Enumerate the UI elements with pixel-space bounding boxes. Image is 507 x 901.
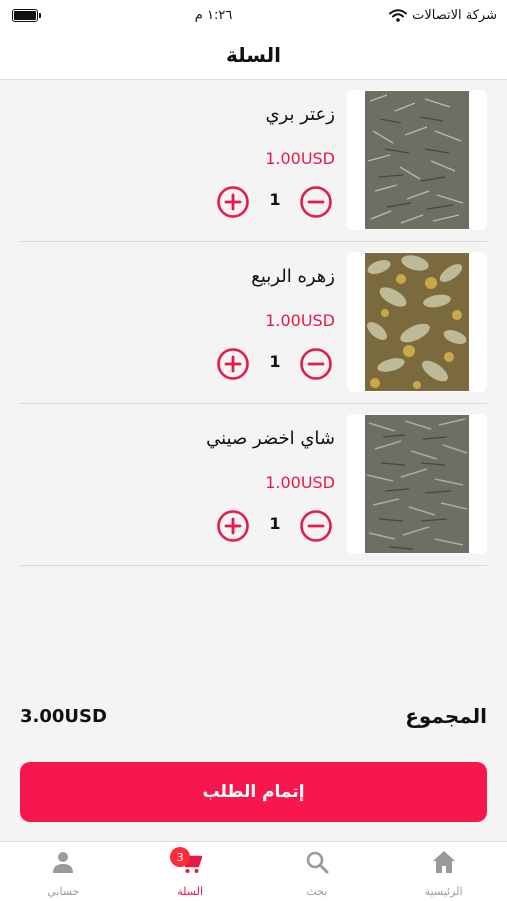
product-price: 1.00USD — [265, 149, 335, 168]
quantity-value: 1 — [269, 190, 281, 209]
increase-quantity-button[interactable] — [217, 348, 249, 380]
total-label: المجموع — [405, 704, 487, 728]
increase-quantity-button[interactable] — [217, 510, 249, 542]
checkout-button[interactable]: إتمام الطلب — [20, 762, 487, 822]
increase-quantity-button[interactable] — [217, 186, 249, 218]
quantity-value: 1 — [269, 514, 281, 533]
total-row: المجموع 3.00USD — [20, 704, 487, 738]
cart-item: شاي اخضر صيني 1.00USD 1 — [20, 404, 487, 566]
wild-thyme-photo — [365, 91, 469, 229]
cart-item: زهره الربيع 1.00USD 1 — [20, 242, 487, 404]
checkout-label: إتمام الطلب — [202, 782, 305, 802]
wifi-icon — [389, 8, 408, 22]
tab-label: السلة — [177, 885, 203, 898]
product-name: شاي اخضر صيني — [206, 428, 335, 449]
tab-home[interactable]: الرئيسية — [380, 842, 507, 901]
product-price: 1.00USD — [265, 473, 335, 492]
tab-account[interactable]: حسابي — [0, 842, 127, 901]
cart-badge: 3 — [170, 847, 191, 867]
product-image[interactable] — [347, 252, 487, 392]
total-value: 3.00USD — [20, 706, 107, 727]
quantity-value: 1 — [269, 352, 281, 371]
page-title: السلة — [225, 42, 281, 67]
spring-flower-photo — [365, 253, 469, 391]
tab-label: حسابي — [47, 885, 80, 898]
status-bar: ١:٢٦ م شركة الاتصالات — [0, 0, 507, 30]
product-name: زعتر بري — [265, 104, 335, 125]
cart-list: زعتر بري 1.00USD 1 زهره الربيع 1.00USD 1… — [20, 80, 487, 566]
battery-icon — [12, 8, 41, 22]
product-name: زهره الربيع — [251, 266, 335, 287]
status-time: ١:٢٦ م — [194, 7, 233, 23]
tab-cart[interactable]: 3 السلة — [127, 842, 254, 901]
chinese-green-tea-photo — [365, 415, 469, 553]
person-icon — [53, 852, 74, 873]
search-icon — [306, 851, 329, 874]
carrier-name: شركة الاتصالات — [412, 7, 497, 23]
tab-search[interactable]: بحث — [254, 842, 381, 901]
tab-label: الرئيسية — [424, 885, 463, 898]
product-image[interactable] — [347, 414, 487, 554]
nav-header: السلة — [0, 30, 507, 80]
decrease-quantity-button[interactable] — [300, 348, 332, 380]
cart-item: زعتر بري 1.00USD 1 — [20, 80, 487, 242]
tab-label: بحث — [306, 885, 328, 898]
product-image[interactable] — [347, 90, 487, 230]
decrease-quantity-button[interactable] — [300, 510, 332, 542]
product-price: 1.00USD — [265, 311, 335, 330]
tab-bar: حسابي 3 السلة بحث الرئيسية — [0, 841, 507, 901]
decrease-quantity-button[interactable] — [300, 186, 332, 218]
home-icon — [432, 851, 455, 873]
carrier-group: شركة الاتصالات — [389, 8, 497, 23]
